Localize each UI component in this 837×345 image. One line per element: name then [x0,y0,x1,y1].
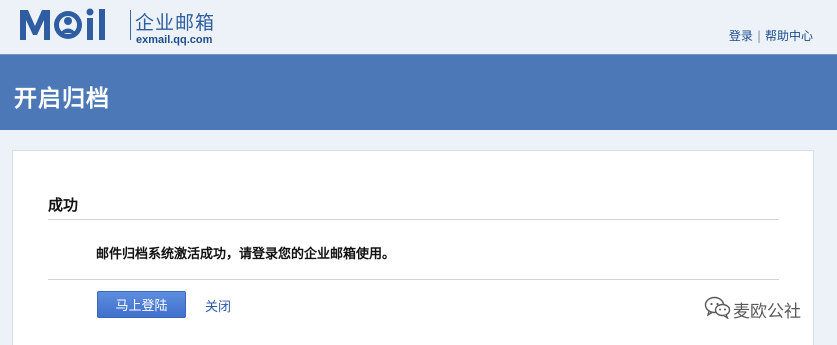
divider-bottom [48,279,779,280]
divider-top [48,219,779,220]
logo-domain: exmail.qq.com [136,34,213,46]
success-message: 邮件归档系统激活成功，请登录您的企业邮箱使用。 [96,247,396,262]
help-center-link[interactable]: 帮助中心 [765,29,813,43]
logo-divider [130,10,131,40]
logo-product-name: 企业邮箱 [135,12,216,34]
link-separator: | [756,29,761,43]
top-header: 企业邮箱 exmail.qq.com 登录 | 帮助中心 [0,0,837,54]
wechat-icon [704,296,731,319]
page: 企业邮箱 exmail.qq.com 登录 | 帮助中心 开启归档 成功 邮件归档系… [0,0,837,345]
result-card: 成功 邮件归档系统激活成功，请登录您的企业邮箱使用。 马上登陆 关闭 [12,150,814,345]
login-now-button[interactable]: 马上登陆 [97,291,186,318]
section-title: 成功 [48,196,79,214]
header-links: 登录 | 帮助中心 [729,27,813,44]
login-link[interactable]: 登录 [729,29,753,43]
title-bar: 开启归档 [0,54,837,130]
watermark-text: 麦欧公社 [733,302,801,322]
close-link[interactable]: 关闭 [205,296,231,315]
moil-logo-mark [20,8,105,40]
page-title: 开启归档 [14,86,110,112]
